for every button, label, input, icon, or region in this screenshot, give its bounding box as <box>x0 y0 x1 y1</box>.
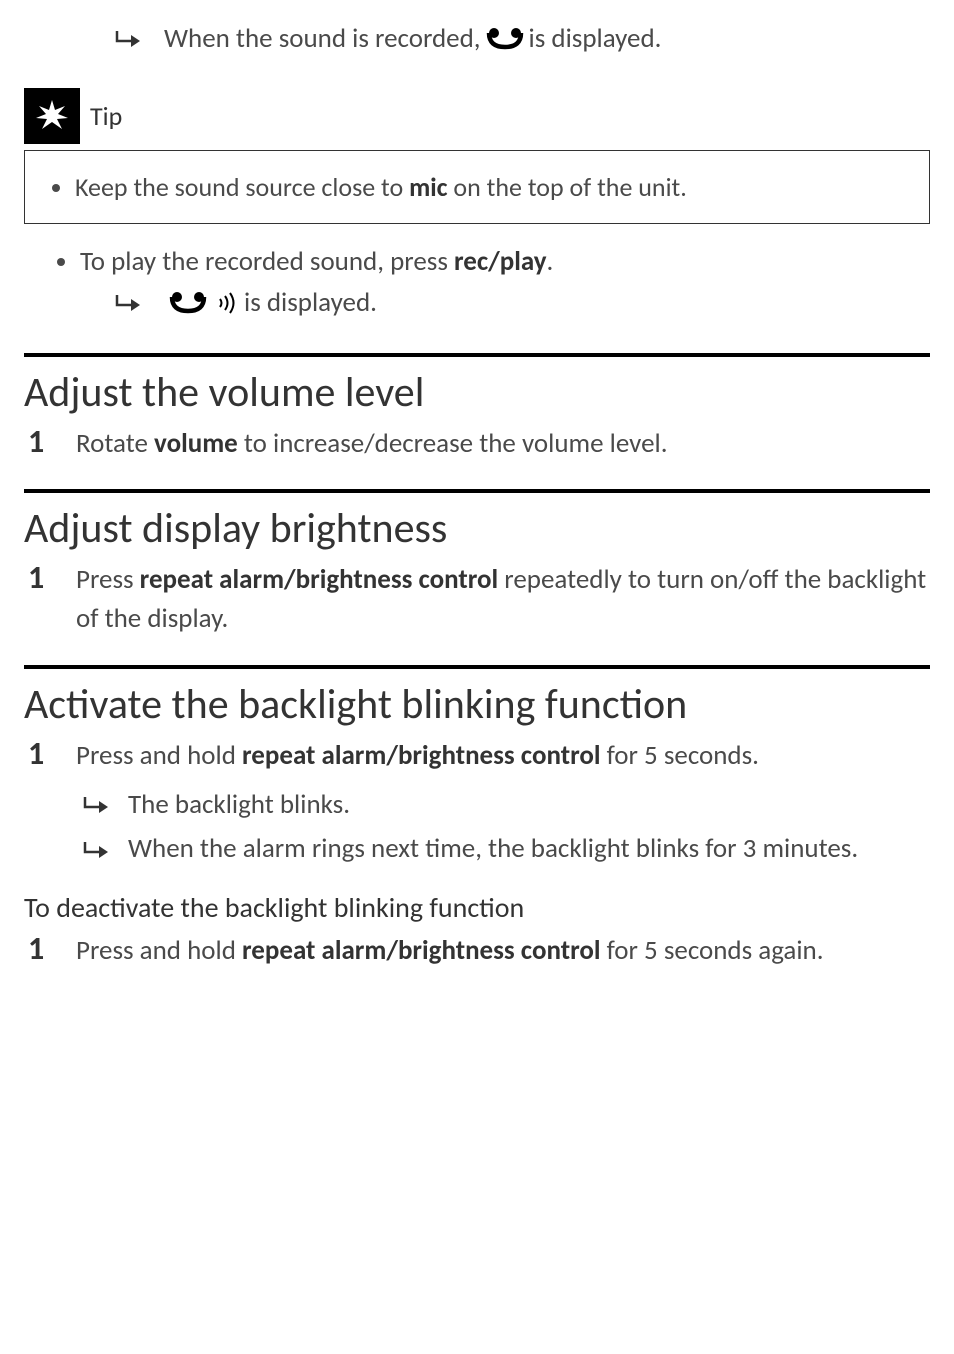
tip-item: Keep the sound source close to mic on th… <box>75 169 919 205</box>
document-page: When the sound is recorded, is displayed… <box>0 0 954 1020</box>
tip-section: Tip Keep the sound source close to mic o… <box>24 88 930 224</box>
backlight-step-after: for 5 seconds. <box>601 739 760 772</box>
brightness-step-bold: repeat alarm/brightness control <box>140 563 499 596</box>
result-arrow-icon <box>82 840 112 860</box>
tip-item-before: Keep the sound source close to <box>75 171 409 203</box>
play-result-after: is displayed. <box>244 283 377 324</box>
brightness-step-before: Press <box>76 563 140 596</box>
deactivate-step: 1 Press and hold repeat alarm/brightness… <box>24 931 930 970</box>
backlight-step: 1 Press and hold repeat alarm/brightness… <box>24 736 930 775</box>
tip-header: Tip <box>24 88 930 144</box>
volume-step-after: to increase/decrease the volume level. <box>238 427 668 460</box>
backlight-result-2-text: When the alarm rings next time, the back… <box>128 829 858 870</box>
backlight-step-before: Press and hold <box>76 739 242 772</box>
deactivate-step-before: Press and hold <box>76 934 242 967</box>
volume-step: 1 Rotate volume to increase/decrease the… <box>24 424 930 463</box>
recording-icon <box>168 291 208 315</box>
step-number: 1 <box>28 560 56 595</box>
deactivate-step-after: for 5 seconds again. <box>601 934 824 967</box>
brightness-step: 1 Press repeat alarm/brightness control … <box>24 560 930 638</box>
section-divider <box>24 665 930 669</box>
backlight-step-body: Press and hold repeat alarm/brightness c… <box>76 736 930 775</box>
play-line-bold: rec/play <box>454 245 547 278</box>
result-arrow-icon <box>114 29 144 49</box>
recorded-result-text-after: is displayed. <box>529 20 662 58</box>
recorded-result-text-before: When the sound is recorded, <box>164 20 481 58</box>
play-section: To play the recorded sound, press rec/pl… <box>24 242 930 323</box>
tip-box: Keep the sound source close to mic on th… <box>24 150 930 224</box>
tip-item-bold: mic <box>409 171 447 203</box>
backlight-result-2: When the alarm rings next time, the back… <box>82 829 930 870</box>
sound-waves-icon <box>216 291 240 315</box>
tip-item-after: on the top of the unit. <box>448 171 687 203</box>
deactivate-step-bold: repeat alarm/brightness control <box>242 934 601 967</box>
tip-asterisk-icon <box>24 88 80 144</box>
section-divider <box>24 489 930 493</box>
backlight-step-bold: repeat alarm/brightness control <box>242 739 601 772</box>
play-result-line: is displayed. <box>114 283 930 324</box>
recorded-result-line: When the sound is recorded, is displayed… <box>114 20 930 58</box>
result-arrow-icon <box>114 293 144 313</box>
play-line-before: To play the recorded sound, press <box>80 245 454 278</box>
brightness-step-body: Press repeat alarm/brightness control re… <box>76 560 930 638</box>
deactivate-heading: To deactivate the backlight blinking fun… <box>24 890 930 925</box>
result-arrow-icon <box>82 795 112 815</box>
volume-step-body: Rotate volume to increase/decrease the v… <box>76 424 930 463</box>
step-number: 1 <box>28 736 56 771</box>
tip-label: Tip <box>90 100 122 132</box>
section-divider <box>24 353 930 357</box>
volume-step-before: Rotate <box>76 427 154 460</box>
step-number: 1 <box>28 424 56 459</box>
play-item: To play the recorded sound, press rec/pl… <box>80 242 930 323</box>
volume-step-bold: volume <box>154 427 238 460</box>
recording-icon <box>485 27 525 51</box>
play-line-after: . <box>547 245 554 278</box>
backlight-result-1: The backlight blinks. <box>82 785 930 826</box>
brightness-heading: Adjust display brightness <box>24 503 930 554</box>
backlight-heading: Activate the backlight blinking function <box>24 679 930 730</box>
step-number: 1 <box>28 931 56 966</box>
deactivate-step-body: Press and hold repeat alarm/brightness c… <box>76 931 930 970</box>
backlight-result-1-text: The backlight blinks. <box>128 785 350 826</box>
volume-heading: Adjust the volume level <box>24 367 930 418</box>
